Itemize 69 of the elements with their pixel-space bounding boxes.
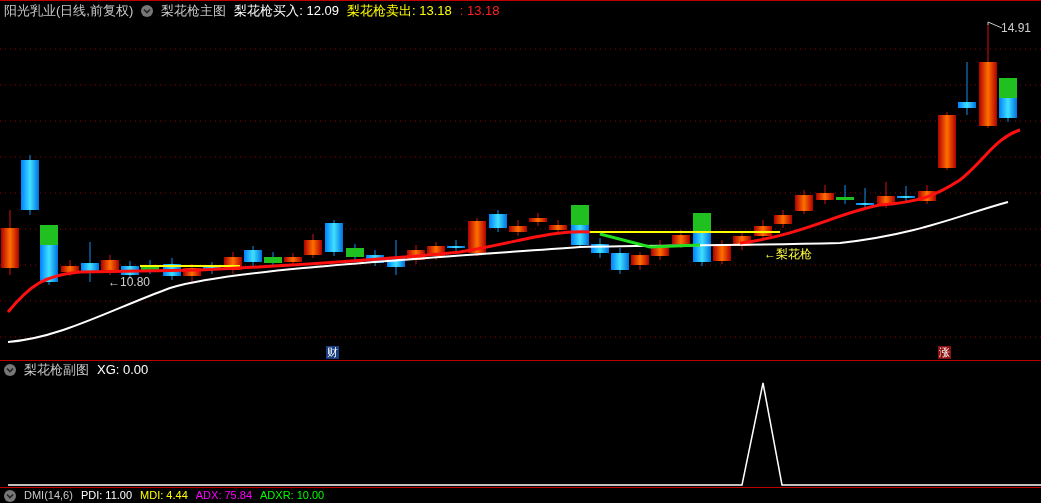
candlestick (754, 219, 772, 241)
candlestick (346, 243, 364, 261)
candlestick (958, 61, 976, 116)
candlestick (101, 254, 119, 276)
candlestick (713, 239, 731, 265)
indicator-name: 梨花枪主图 (161, 1, 227, 20)
candlestick (999, 78, 1017, 123)
price-label: ←10.80 (108, 276, 151, 288)
signal-label: ←梨花枪 (764, 248, 812, 260)
stock-title: 阳光乳业(日线,前复权) (4, 1, 134, 20)
candlestick (897, 185, 915, 203)
candlestick (856, 187, 874, 209)
candlestick (795, 189, 813, 215)
candlestick (651, 239, 669, 261)
candlestick (672, 229, 690, 249)
indicator-readout: 梨花枪卖出: 13.18 (347, 1, 452, 20)
candlestick (549, 219, 567, 235)
price-label: 14.91 (1001, 22, 1032, 34)
high-pointer-icon (987, 21, 1003, 29)
dropdown-icon[interactable] (4, 489, 16, 502)
dropdown-icon[interactable] (141, 4, 154, 17)
indicator-readout: ADX: 75.84 (195, 488, 253, 503)
candlestick (264, 251, 282, 268)
candlestick (693, 213, 711, 267)
candlestick (203, 261, 221, 275)
candlestick (325, 219, 343, 257)
candlestick (407, 244, 425, 265)
candlestick (509, 219, 527, 237)
candlestick (21, 154, 39, 216)
candlestick (468, 217, 486, 257)
candlestick (529, 212, 547, 227)
candlestick (774, 209, 792, 229)
indicator-readout: MDI: 4.44 (140, 488, 188, 503)
indicator-readout: XG: 0.00 (97, 361, 149, 380)
candlestick (571, 205, 589, 249)
candlestick (121, 260, 139, 279)
dropdown-icon[interactable] (4, 364, 16, 376)
candlestick (591, 237, 609, 259)
indicator-readout: : 13.18 (459, 1, 500, 20)
candlestick (163, 257, 181, 281)
candlestick (918, 184, 936, 205)
candlestick (141, 259, 159, 275)
candlestick (224, 251, 242, 275)
candlestick (631, 251, 649, 271)
candlestick (183, 263, 201, 283)
candlestick (81, 241, 99, 283)
event-marker[interactable]: 财 (326, 346, 339, 359)
candlestick (836, 184, 854, 205)
candlestick (489, 209, 507, 233)
indicator-readout: 梨花枪买入: 12.09 (234, 1, 340, 20)
candlestick (877, 181, 895, 209)
candlestick (733, 231, 751, 251)
indicator-name: 梨花枪副图 (24, 361, 89, 380)
candlestick (427, 241, 445, 261)
event-marker[interactable]: 涨 (938, 346, 951, 359)
candlestick (1, 209, 19, 276)
candlestick (366, 249, 384, 267)
candlestick (40, 224, 58, 286)
candlestick (61, 259, 79, 277)
indicator-name: DMI(14,6) (24, 488, 73, 503)
indicator-readout: PDI: 11.00 (80, 488, 133, 503)
candlestick (447, 239, 465, 253)
candlestick (611, 247, 629, 275)
candlestick (816, 184, 834, 205)
candlestick (387, 239, 405, 276)
indicator-readout: ADXR: 10.00 (260, 488, 325, 503)
candlestick (304, 233, 322, 259)
candlestick (244, 245, 262, 267)
candlestick (938, 111, 956, 171)
